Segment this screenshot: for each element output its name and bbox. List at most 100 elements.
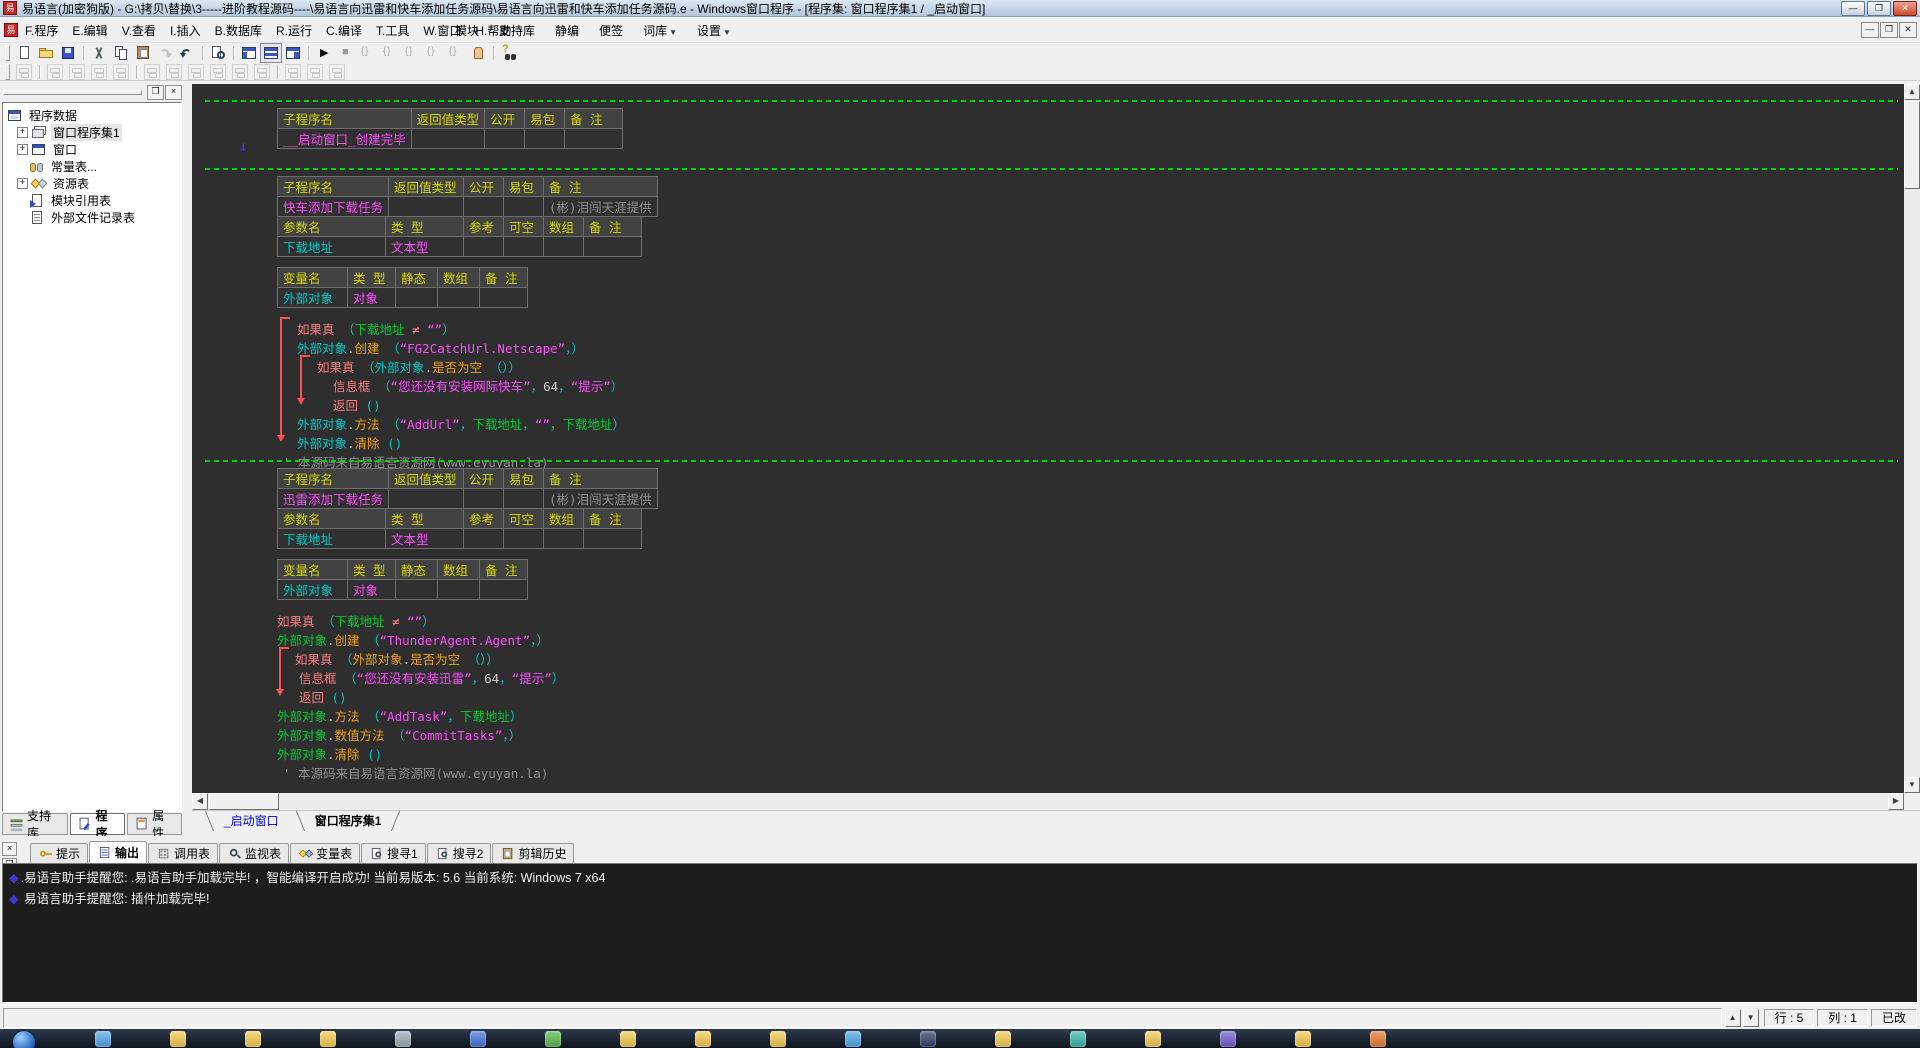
doc-tab-_启动窗口[interactable]: _启动窗口 [206,811,297,831]
code-line[interactable]: 外部对象.清除 () [297,434,1904,453]
code-line[interactable]: 外部对象.方法 （“AddTask”，下载地址） [277,707,1904,726]
sidebar-tab-属性[interactable]: 属性 [127,809,182,840]
taskbar-app-icon[interactable] [170,1031,186,1047]
horizontal-scroll-thumb[interactable] [209,793,279,810]
menu-item[interactable]: C.编译 [319,22,369,40]
scroll-up-button[interactable]: ▲ [1904,84,1920,100]
panel-close-button[interactable]: × [165,84,182,100]
align-tool-button[interactable] [208,63,228,81]
menu-item[interactable]: E.编辑 [65,22,114,40]
expander-icon[interactable]: + [17,127,28,138]
code-line[interactable]: 外部对象.方法 （“AddUrl”，下载地址，“”，下载地址） [297,415,1904,434]
align-tool-button[interactable] [111,63,131,81]
taskbar-app-icon[interactable] [845,1031,861,1047]
minimize-button[interactable]: — [1841,0,1865,16]
taskbar-app-icon[interactable] [695,1031,711,1047]
bottom-tab-搜寻2[interactable]: 搜寻2 [426,843,492,863]
undo-button[interactable] [177,44,197,62]
taskbar-app-icon[interactable] [1145,1031,1161,1047]
align-tool-button[interactable] [230,63,250,81]
editor-vertical-scrollbar[interactable]: ▲ ▼ [1904,84,1920,793]
taskbar-app-icon[interactable] [395,1031,411,1047]
bottom-tab-调用表[interactable]: 调用表 [148,843,219,863]
align-tool-button[interactable] [45,63,65,81]
align-tool-button[interactable] [67,63,87,81]
vertical-scroll-thumb[interactable] [1904,101,1920,189]
paste-button[interactable] [133,44,153,62]
menu-item[interactable]: I.插入 [163,22,208,40]
align-tool-button[interactable] [305,63,325,81]
mdi-minimize-button[interactable]: — [1861,22,1879,38]
open-folder-button[interactable] [36,44,56,62]
bottom-tab-变量表[interactable]: 变量表 [290,843,361,863]
align-tool-button[interactable] [164,63,184,81]
code-line[interactable]: 如果真 （外部对象.是否为空 （）） [317,358,1904,377]
align-tool-button[interactable] [186,63,206,81]
doc-tab-窗口程序集1[interactable]: 窗口程序集1 [297,811,400,831]
code-line[interactable]: 返回 () [333,396,1904,415]
sidebar-tab-程序[interactable]: 程序 [70,809,126,840]
code-line[interactable]: 外部对象.创建 （“FG2CatchUrl.Netscape”，） [297,339,1904,358]
bottom-tab-提示[interactable]: 提示 [30,843,89,863]
scroll-down-button[interactable]: ▼ [1904,777,1920,793]
taskbar-app-icon[interactable] [545,1031,561,1047]
vertical-splitter[interactable] [184,81,192,836]
menu-item[interactable]: 设置 ▼ [687,20,741,41]
toolbar-grip[interactable] [5,63,10,80]
layout-one-button[interactable] [239,44,259,62]
code-line[interactable]: 返回 () [299,688,1904,707]
tree-item[interactable]: 常量表... [3,158,181,175]
code-line[interactable]: 如果真 （下载地址 ≠ “”） [297,320,1904,339]
save-button[interactable] [58,44,78,62]
layout-two-button[interactable] [260,43,282,63]
menu-item[interactable]: F.程序 [18,22,65,40]
redo-button[interactable] [155,44,175,62]
debug-step-out-button[interactable] [424,44,444,62]
align-tool-button[interactable] [327,63,347,81]
align-tool-button[interactable] [142,63,162,81]
drag-grip[interactable] [3,89,142,95]
start-button[interactable] [12,1030,36,1048]
editor-horizontal-scrollbar[interactable]: ◀ ▶ [192,793,1904,810]
run-button[interactable] [314,44,334,62]
code-line[interactable]: 信息框 （“您还没有安装网际快车”，64，“提示”） [333,377,1904,396]
align-tool-button[interactable] [89,63,109,81]
taskbar-app-icon[interactable] [995,1031,1011,1047]
tree-root-program-data[interactable]: 程序数据 [3,107,181,124]
menu-item[interactable]: T.工具 [369,22,416,40]
code-line[interactable]: 外部对象.清除 () [277,745,1904,764]
tree-item[interactable]: + 窗口 [3,141,181,158]
menu-item[interactable]: 便签 [589,20,633,41]
mdi-restore-button[interactable]: ❐ [1880,22,1898,38]
align-tool-button[interactable] [14,63,34,81]
expander-icon[interactable]: + [17,144,28,155]
preview-button[interactable] [208,44,228,62]
debug-restart-button[interactable] [358,44,378,62]
scroll-right-button[interactable]: ▶ [1888,793,1904,810]
tree-item[interactable]: + 资源表 [3,175,181,192]
align-tool-button[interactable] [252,63,272,81]
stop-button[interactable] [336,44,356,62]
code-line[interactable]: 如果真 （下载地址 ≠ “”） [277,612,1904,631]
menu-item[interactable]: R.运行 [269,22,319,40]
code-line[interactable]: 外部对象.创建 （“ThunderAgent.Agent”，） [277,631,1904,650]
close-button[interactable]: ✕ [1893,0,1917,16]
layout-three-button[interactable] [283,44,303,62]
sidebar-tab-支持库[interactable]: 支持库 [2,809,69,840]
code-line[interactable]: 如果真 （外部对象.是否为空 （）） [295,650,1904,669]
restore-button[interactable]: ❐ [1867,0,1891,16]
bottom-tab-输出[interactable]: 输出 [89,841,148,863]
bottom-panel-close-button[interactable]: × [2,842,17,856]
menu-item[interactable]: V.查看 [115,22,163,40]
status-down-button[interactable]: ▼ [1742,1008,1759,1027]
tree-item[interactable]: 外部文件记录表 [3,209,181,226]
menu-item[interactable]: 模块 [445,20,489,41]
bottom-tab-监视表[interactable]: 监视表 [219,843,290,863]
panel-restore-button[interactable]: ❒ [147,84,164,100]
taskbar-app-icon[interactable] [1295,1031,1311,1047]
menu-item[interactable]: 静编 [545,20,589,41]
expander-icon[interactable]: + [17,178,28,189]
code-line[interactable]: 外部对象.数值方法 （“CommitTasks”，） [277,726,1904,745]
taskbar-app-icon[interactable] [1220,1031,1236,1047]
status-up-button[interactable]: ▲ [1724,1008,1741,1027]
